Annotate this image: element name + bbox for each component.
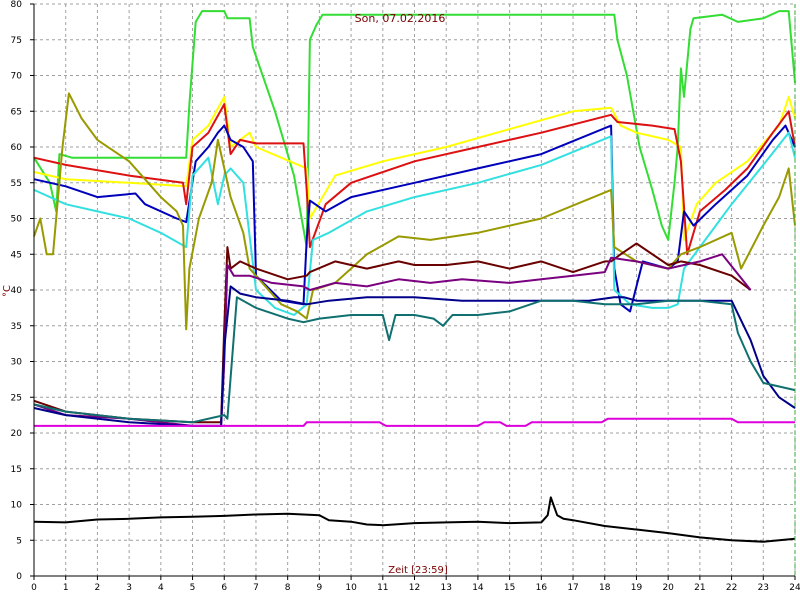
x-tick-label: 4 [158,583,164,593]
x-tick-label: 5 [190,583,196,593]
x-tick-label: 10 [345,583,357,593]
x-tick-label: 12 [409,583,420,593]
x-tick-label: 13 [440,583,451,593]
x-tick-label: 17 [567,583,578,593]
x-tick-label: 16 [536,583,548,593]
y-tick-label: 25 [11,393,22,403]
x-axis-title: Zeit [23:59] [388,565,448,576]
x-tick-label: 23 [758,583,769,593]
y-tick-label: 15 [11,465,22,475]
x-tick-label: 21 [694,583,705,593]
y-tick-label: 20 [11,429,23,439]
y-tick-label: 55 [11,179,22,189]
x-tick-label: 11 [377,583,388,593]
x-tick-label: 18 [599,583,611,593]
x-tick-label: 14 [472,583,484,593]
y-tick-label: 75 [11,36,22,46]
y-tick-label: 60 [11,143,23,153]
y-tick-label: 50 [11,215,23,225]
x-tick-label: 3 [126,583,132,593]
x-tick-label: 22 [726,583,737,593]
x-tick-label: 24 [789,583,800,593]
x-tick-label: 15 [504,583,515,593]
x-tick-label: 7 [253,583,259,593]
x-tick-label: 6 [221,583,227,593]
x-tick-label: 2 [95,583,101,593]
x-tick-label: 20 [662,583,674,593]
temperature-line-chart: 0 1 2 3 4 5 6 7 8 9 10 11 12 13 14 15 16 17 18 19 20 21 22 23 24… [0,0,800,600]
y-axis-title: °C [2,285,13,297]
x-tick-label: 9 [317,583,323,593]
x-tick-label: 0 [31,583,37,593]
y-tick-label: 0 [16,572,22,582]
x-tick-label: 1 [63,583,69,593]
y-tick-label: 80 [11,0,23,10]
y-tick-label: 65 [11,107,22,117]
y-tick-label: 45 [11,250,22,260]
y-tick-label: 35 [11,322,22,332]
x-tick-label: 19 [631,583,643,593]
y-tick-label: 30 [11,358,23,368]
x-tick-label: 8 [285,583,291,593]
chart-title: Son, 07.02.2016 [355,12,446,25]
y-tick-label: 10 [11,501,23,511]
chart-canvas: 0 1 2 3 4 5 6 7 8 9 10 11 12 13 14 15 16 17 18 19 20 21 22 23 24… [0,0,800,600]
y-tick-label: 5 [16,536,22,546]
y-tick-label: 70 [11,72,23,82]
